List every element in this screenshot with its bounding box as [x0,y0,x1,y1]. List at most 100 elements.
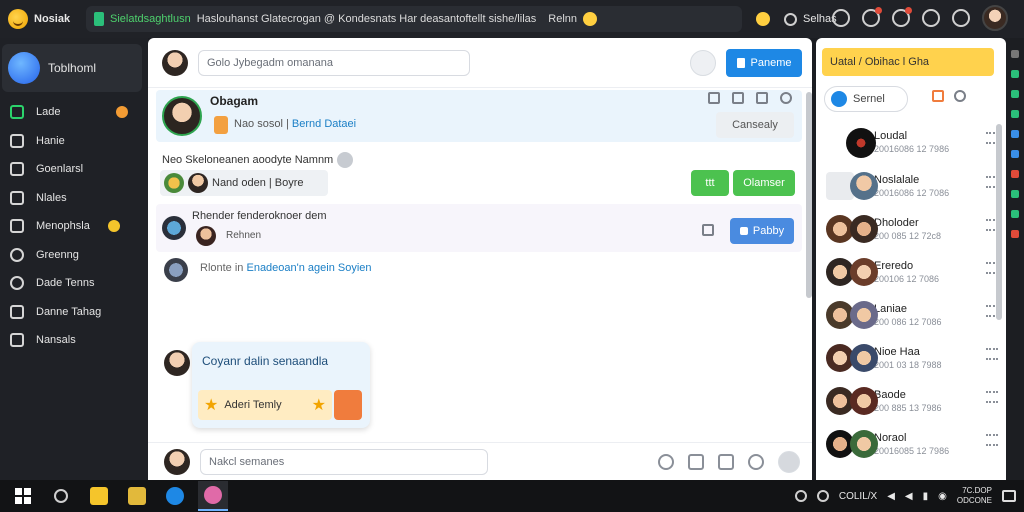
network-icon[interactable]: ◀ [905,491,913,502]
contact-item[interactable]: Laniae 200 086 12 7086 [822,295,998,335]
taskbar-files[interactable] [122,481,152,511]
clock[interactable]: 7C.DOP ODCONE [957,486,992,506]
sidebar-item-pencil[interactable]: Hanie [10,127,148,156]
join-button[interactable]: Olamser [733,170,795,196]
brand[interactable]: Nosiak [0,9,84,29]
user-avatar[interactable] [982,5,1008,31]
contact-item[interactable]: Nioe Haa 2001 03 18 7988 [822,338,998,378]
star-icon: ★ [311,397,326,414]
contact-item[interactable]: Dholoder 200 085 12 72c8 [822,209,998,249]
edit-icon[interactable] [658,454,674,470]
taskbar-chat-app[interactable] [198,481,228,511]
edge-icon[interactable] [1011,70,1019,78]
top-message-input[interactable]: Golo Jybegadm omanana [198,49,470,76]
send-icon[interactable] [778,451,800,473]
edge-icon[interactable] [1011,150,1019,158]
contact-item[interactable]: Loudal 20016086 12 7986 [822,122,998,162]
feed-scrollbar[interactable] [806,92,812,298]
more-icon[interactable] [986,348,998,360]
edge-icon[interactable] [1011,210,1019,218]
sparkle-icon[interactable] [932,90,944,102]
post-item[interactable]: Obagam Nao sosol | Bernd Dataei Cansealy [156,90,802,142]
sidebar-item-star[interactable]: Menophsla [10,212,148,241]
app-icon[interactable] [794,490,807,502]
post-link[interactable]: Enadeoan'n agein Soyien [246,262,371,274]
contacts-scrollbar[interactable] [996,124,1002,320]
sidebar-item-home[interactable]: Nansals [10,326,148,355]
attachment-chip[interactable]: Nand oden | Boyre [160,170,328,196]
contact-avatars [822,299,878,331]
edge-icon[interactable] [1011,130,1019,138]
edge-icon[interactable] [1011,170,1019,178]
notification-center-icon[interactable] [1002,490,1016,502]
post-item[interactable]: Rhender fenderoknoer dem Rehnen Pabby [156,204,802,252]
reaction-button[interactable]: ttt [691,170,729,196]
contact-text: Noraol 20016085 12 7986 [874,432,949,456]
pencil-icon [10,133,24,148]
more-icon[interactable] [780,92,792,104]
contact-item[interactable]: Ereredo 200106 12 7086 [822,252,998,292]
sidebar-item-phone[interactable]: Dade Tenns [10,269,148,298]
share-icon[interactable] [708,92,720,104]
battery-icon[interactable]: ▮ [923,491,929,502]
search-icon[interactable] [952,9,970,27]
flag-icon[interactable] [756,92,768,104]
post-item[interactable]: Neo Skeloneanen aoodyte Namnm Nand oden … [156,148,802,198]
contact-item[interactable]: Noslalale 20016086 12 7086 [822,166,998,206]
more-icon[interactable] [986,391,998,403]
more-icon[interactable] [986,434,998,446]
taskbar-explorer[interactable] [84,481,114,511]
sidebar-item-bookmark[interactable]: Goenlarsl [10,155,148,184]
notification-icon[interactable] [862,7,882,27]
top-search[interactable]: Selhas [784,12,837,26]
sidebar-item-bookmark-outline[interactable]: Nlales [10,184,148,213]
taskbar-search[interactable] [46,481,76,511]
settings-icon[interactable] [954,90,966,102]
contact-avatar [850,172,878,200]
font-icon[interactable] [832,9,850,27]
alert-icon[interactable] [892,7,912,27]
card-chip[interactable]: ★ Aderi Temly ★ [198,390,332,420]
contact-search[interactable]: Sernel [824,86,908,112]
bottom-message-input[interactable]: Nakcl semanes [200,448,488,475]
contact-item[interactable]: Baode 200 885 13 7986 [822,381,998,421]
upload-icon[interactable] [702,224,714,236]
attach-icon[interactable] [690,49,716,76]
edge-icon[interactable] [1011,110,1019,118]
cancel-button[interactable]: Cansealy [716,112,794,138]
profile-card[interactable]: Toblhoml [2,44,142,92]
emoji-icon[interactable] [756,12,770,26]
wifi-icon[interactable]: ◉ [938,491,947,502]
publish-button[interactable]: Paneme [726,48,802,77]
friends-button[interactable]: Pabby [730,218,794,244]
sidebar-item-label: Nlales [36,191,67,204]
edge-icon[interactable] [1011,230,1019,238]
file-icon[interactable] [718,454,734,470]
star-icon [10,219,24,234]
edge-icon[interactable] [1011,90,1019,98]
card-action-button[interactable] [334,390,362,420]
sidebar-item-clock[interactable]: Greenng [10,241,148,270]
top-actions [832,5,1008,31]
edge-icon[interactable] [1011,50,1019,58]
smiley-icon[interactable] [583,12,598,26]
search-icon [784,12,797,26]
start-button[interactable] [8,481,38,511]
settings-icon[interactable] [922,9,940,27]
pin-icon[interactable] [732,92,744,104]
post-item[interactable]: Rlonte in Enadeoan'n agein Soyien [156,256,802,282]
taskbar-browser[interactable] [160,481,190,511]
edge-icon[interactable] [1011,190,1019,198]
active-tab[interactable]: Sielatdsaghtlusn Haslouhanst Glatecrogan… [86,6,742,32]
image-icon[interactable] [688,454,704,470]
message-card[interactable]: Coyanr dalin senaandla ★ Aderi Temly ★ [192,342,370,428]
right-banner[interactable]: Uatal / Obihac l Gha [822,48,994,76]
volume-icon[interactable]: ◀ [887,491,895,502]
emoji-icon[interactable] [748,454,764,470]
contact-item[interactable]: Noraol 20016085 12 7986 [822,424,998,464]
search-icon[interactable] [816,490,829,502]
sidebar-item-check[interactable]: Danne Tahag [10,298,148,327]
tag-icon [739,227,748,235]
sidebar-item-inbox[interactable]: Lade [10,98,148,127]
contact-avatars [822,385,878,417]
